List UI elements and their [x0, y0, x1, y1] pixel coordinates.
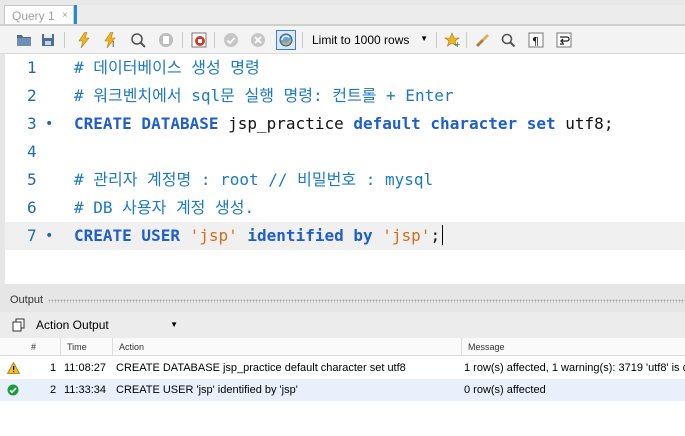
identifier-text: utf8;: [565, 114, 614, 133]
line-number: 5: [27, 170, 37, 189]
keyword-text: CREATE USER: [74, 226, 190, 245]
output-type-select[interactable]: Action Output ▼: [32, 316, 182, 335]
row-message: 1 row(s) affected, 1 warning(s): 3719 'u…: [464, 362, 685, 374]
identifier-text: ;: [430, 226, 441, 245]
copy-icon[interactable]: [12, 318, 25, 335]
string-literal: 'jsp': [189, 226, 238, 245]
table-row[interactable]: 1 11:08:27 CREATE DATABASE jsp_practice …: [0, 357, 685, 379]
caret-down-icon: ▼: [420, 34, 428, 43]
magnifier-explain-icon[interactable]: [128, 30, 148, 50]
editor-line-current[interactable]: 7 • CREATE USER 'jsp' identified by 'jsp…: [5, 222, 685, 250]
svg-text:+: +: [454, 40, 460, 48]
row-message: 0 row(s) affected: [464, 384, 546, 396]
table-header: # Time Action Message: [0, 338, 685, 356]
keyword-text: identified by: [237, 226, 383, 245]
action-output-table: # Time Action Message 1 11:08:27 CREATE …: [0, 338, 685, 436]
line-number: 1: [27, 58, 37, 77]
editor-line[interactable]: 3 • CREATE DATABASE jsp_practice default…: [5, 110, 685, 138]
rollback-icon[interactable]: [248, 30, 268, 50]
editor-line[interactable]: 6 # DB 사용자 계정 생성.: [5, 194, 685, 222]
comment-text: # 데이터베이스 생성 명령: [74, 58, 260, 77]
keyword-text: CREATE DATABASE: [74, 114, 229, 133]
comment-text: # DB 사용자 계정 생성.: [74, 198, 255, 217]
row-number: 1: [50, 362, 57, 374]
line-number: 2: [27, 86, 37, 105]
column-header-message[interactable]: Message: [468, 342, 505, 352]
limit-rows-label: Limit to 1000 rows: [312, 33, 410, 47]
commit-icon[interactable]: [221, 30, 241, 50]
editor-line[interactable]: 5 # 관리자 계정명 : root // 비밀번호 : mysql: [5, 166, 685, 194]
tab-label: Query 1: [12, 9, 55, 23]
wrap-icon[interactable]: [554, 30, 574, 50]
editor-line[interactable]: 4: [5, 138, 685, 166]
output-panel-header[interactable]: Output: [0, 292, 685, 310]
editor-line[interactable]: 1 # 데이터베이스 생성 명령: [5, 54, 685, 82]
tab-bar-empty: [74, 5, 685, 26]
row-action: CREATE DATABASE jsp_practice default cha…: [116, 362, 406, 374]
find-icon[interactable]: [498, 30, 518, 50]
output-type-label: Action Output: [36, 318, 109, 332]
lightning-cursor-icon[interactable]: I: [101, 30, 121, 50]
output-title: Output: [10, 294, 44, 306]
identifier-text: jsp_practice: [228, 114, 354, 133]
line-code: # 워크벤치에서 sql문 실행 명령: 컨트롤 + Enter: [74, 82, 453, 110]
save-icon[interactable]: [38, 30, 58, 50]
toolbar-separator: [182, 32, 183, 48]
close-icon[interactable]: ×: [62, 10, 68, 21]
bookmark-star-icon[interactable]: +: [442, 30, 462, 50]
line-code: CREATE DATABASE jsp_practice default cha…: [74, 110, 613, 138]
toolbar-separator: [64, 32, 65, 48]
toolbar-separator: [466, 32, 467, 48]
lightning-icon[interactable]: [74, 30, 94, 50]
line-code: CREATE USER 'jsp' identified by 'jsp';: [74, 222, 444, 250]
column-divider[interactable]: [461, 338, 462, 356]
row-time: 11:33:34: [64, 384, 107, 396]
row-action: CREATE USER 'jsp' identified by 'jsp': [116, 384, 298, 396]
comment-text: # 워크벤치에서 sql문 실행 명령: 컨트롤 + Enter: [74, 86, 454, 105]
invisible-chars-icon[interactable]: ¶: [526, 30, 546, 50]
warning-icon: [7, 357, 20, 379]
toolbar-separator: [436, 32, 437, 48]
stop-on-error-icon[interactable]: [189, 30, 209, 50]
column-header-time[interactable]: Time: [67, 342, 87, 352]
comment-text: # 관리자 계정명 : root // 비밀번호 : mysql: [74, 170, 434, 189]
text-cursor: [442, 225, 444, 245]
statement-marker-icon: •: [45, 116, 54, 132]
editor-line[interactable]: 2 # 워크벤치에서 sql문 실행 명령: 컨트롤 + Enter: [5, 82, 685, 110]
folder-open-icon[interactable]: [14, 30, 34, 50]
statement-marker-icon: •: [45, 228, 54, 244]
row-number: 2: [50, 384, 57, 396]
sql-editor[interactable]: 1 # 데이터베이스 생성 명령 2 # 워크벤치에서 sql문 실행 명령: …: [5, 54, 685, 284]
column-header-num[interactable]: #: [31, 342, 36, 352]
line-code: # 데이터베이스 생성 명령: [74, 54, 260, 82]
line-code: # DB 사용자 계정 생성.: [74, 194, 254, 222]
tab-strip: Query 1 ×: [0, 0, 685, 26]
success-check-icon: [7, 379, 19, 401]
stop-icon[interactable]: [156, 30, 176, 50]
autocommit-icon[interactable]: [276, 30, 296, 50]
panel-drag-handle[interactable]: [48, 299, 685, 303]
toolbar-separator: [214, 32, 215, 48]
column-divider[interactable]: [112, 338, 113, 356]
limit-rows-select[interactable]: Limit to 1000 rows ▼: [306, 30, 432, 50]
beautify-brush-icon[interactable]: [472, 30, 492, 50]
line-number: 6: [27, 198, 37, 217]
row-time: 11:08:27: [64, 362, 107, 374]
line-code: # 관리자 계정명 : root // 비밀번호 : mysql: [74, 166, 433, 194]
toolbar-separator: [302, 32, 303, 48]
column-divider[interactable]: [60, 338, 61, 356]
sql-toolbar: I Limit to 1000 rows ▼ + ¶: [0, 26, 685, 54]
workbench-window: Query 1 × I Limit to 1000 rows ▼ + ¶ 1 #…: [0, 0, 685, 436]
line-number: 4: [27, 142, 37, 161]
svg-text:¶: ¶: [532, 35, 539, 48]
tab-query-1[interactable]: Query 1 ×: [4, 5, 74, 26]
keyword-text: default character set: [353, 114, 566, 133]
svg-text:I: I: [112, 40, 114, 48]
table-row-selected[interactable]: 2 11:33:34 CREATE USER 'jsp' identified …: [0, 379, 685, 401]
column-header-action[interactable]: Action: [119, 342, 144, 352]
output-toolbar: Action Output ▼: [0, 312, 685, 338]
caret-down-icon: ▼: [170, 320, 178, 329]
string-literal: 'jsp': [382, 226, 431, 245]
